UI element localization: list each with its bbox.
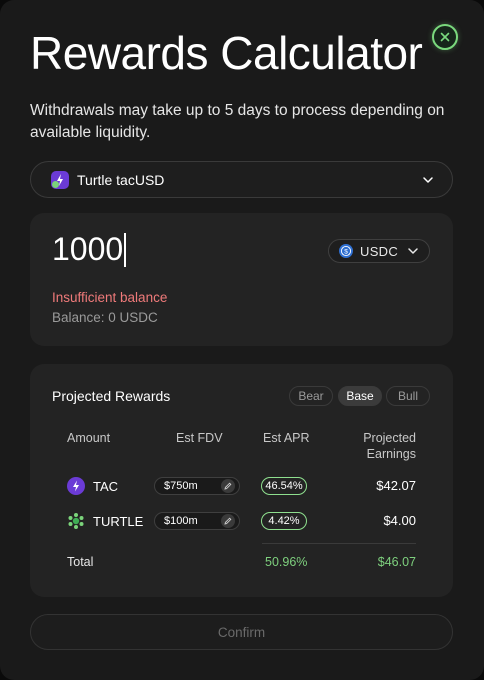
table-row-turtle: TURTLE: [67, 512, 143, 530]
earnings-turtle: $4.00: [383, 513, 416, 528]
insufficient-balance-error: Insufficient balance: [52, 290, 168, 305]
total-divider: [262, 543, 416, 544]
close-icon: [440, 32, 450, 42]
row-token-name: TAC: [93, 478, 119, 494]
column-header-amount: Amount: [67, 431, 111, 445]
total-earnings: $46.07: [377, 555, 416, 569]
amount-value: 1000: [52, 231, 124, 267]
scenario-bear-button[interactable]: Bear: [289, 386, 333, 406]
edit-icon[interactable]: [221, 479, 235, 493]
token-select[interactable]: $ USDC: [328, 239, 430, 263]
rewards-title: Projected Rewards: [52, 388, 171, 404]
text-caret: [124, 232, 126, 267]
confirm-button[interactable]: Confirm: [30, 614, 453, 650]
turtle-tacusd-icon: [51, 170, 69, 189]
svg-text:$: $: [344, 248, 348, 255]
rewards-calculator-modal: Rewards Calculator Withdrawals may take …: [0, 0, 484, 680]
vault-select-label: Turtle tacUSD: [77, 171, 165, 188]
tac-icon: [67, 477, 85, 495]
projected-rewards-card: Projected Rewards Bear Base Bull Amount …: [30, 364, 453, 597]
column-header-earnings: Projected Earnings: [363, 431, 416, 461]
apr-badge-tac: 46.54%: [261, 477, 307, 495]
column-header-apr: Est APR: [263, 431, 310, 445]
total-label: Total: [67, 555, 94, 569]
scenario-bull-button[interactable]: Bull: [386, 386, 430, 406]
withdrawal-notice: Withdrawals may take up to 5 days to pro…: [30, 102, 445, 141]
fdv-value: $750m: [164, 480, 198, 492]
vault-select[interactable]: Turtle tacUSD: [30, 161, 453, 198]
apr-badge-turtle: 4.42%: [261, 512, 307, 530]
fdv-input-turtle[interactable]: $100m: [154, 512, 240, 530]
row-token-name: TURTLE: [93, 513, 144, 529]
close-button[interactable]: [432, 24, 458, 50]
scenario-base-button[interactable]: Base: [338, 386, 382, 406]
earnings-tac: $42.07: [376, 478, 416, 493]
chevron-down-icon: [423, 176, 433, 183]
fdv-input-tac[interactable]: $750m: [154, 477, 240, 495]
total-apr: 50.96%: [265, 555, 308, 569]
token-select-label: USDC: [360, 243, 399, 259]
table-row-tac: TAC: [67, 477, 118, 495]
turtle-icon: [68, 513, 84, 529]
amount-input[interactable]: 1000: [52, 231, 126, 268]
fdv-value: $100m: [164, 515, 198, 527]
column-header-fdv: Est FDV: [176, 431, 223, 445]
balance-text: Balance: 0 USDC: [52, 310, 158, 325]
usdc-icon: $: [339, 244, 353, 258]
chevron-down-icon: [408, 248, 418, 254]
amount-card: 1000 $ USDC Insufficient balance Balance…: [30, 213, 453, 346]
edit-icon[interactable]: [221, 514, 235, 528]
page-title: Rewards Calculator: [30, 27, 423, 79]
